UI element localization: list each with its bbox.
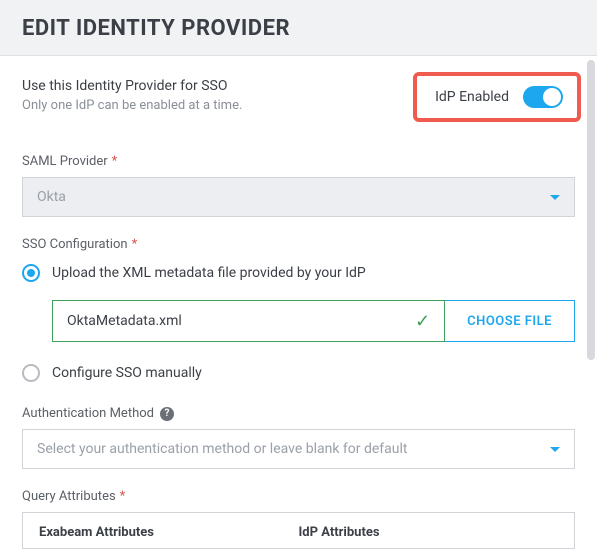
check-icon: ✓ <box>415 311 430 332</box>
file-name-text: OktaMetadata.xml <box>67 313 182 329</box>
chevron-down-icon <box>550 195 560 200</box>
content-area: Use this Identity Provider for SSO Only … <box>0 56 597 549</box>
saml-provider-group: SAML Provider* Okta <box>22 154 575 217</box>
saml-provider-label: SAML Provider* <box>22 154 575 169</box>
toggle-knob <box>543 88 561 106</box>
file-upload-row: OktaMetadata.xml ✓ CHOOSE FILE <box>52 300 575 342</box>
radio-upload-metadata[interactable]: Upload the XML metadata file provided by… <box>22 260 575 286</box>
page-title: EDIT IDENTITY PROVIDER <box>22 16 575 41</box>
radio-icon <box>22 364 40 382</box>
sso-config-group: SSO Configuration* Upload the XML metada… <box>22 237 575 386</box>
sso-config-label: SSO Configuration* <box>22 237 575 252</box>
idp-enabled-toggle[interactable] <box>523 86 563 108</box>
radio-configure-manually[interactable]: Configure SSO manually <box>22 360 575 386</box>
auth-method-placeholder: Select your authentication method or lea… <box>37 441 408 457</box>
sso-description: Use this Identity Provider for SSO Only … <box>22 78 242 113</box>
auth-method-group: Authentication Method ? Select your auth… <box>22 406 575 469</box>
file-name-display: OktaMetadata.xml ✓ <box>52 300 445 342</box>
saml-provider-value: Okta <box>37 189 66 205</box>
auth-method-select[interactable]: Select your authentication method or lea… <box>22 429 575 469</box>
idp-enabled-label: IdP Enabled <box>435 89 509 105</box>
radio-icon <box>22 264 40 282</box>
radio-manual-label: Configure SSO manually <box>52 365 202 381</box>
header-bar: EDIT IDENTITY PROVIDER <box>0 0 597 56</box>
sso-line2: Only one IdP can be enabled at a time. <box>22 98 242 113</box>
attributes-table-header: Exabeam Attributes IdP Attributes <box>23 513 574 548</box>
idp-enabled-callout: IdP Enabled <box>413 72 581 122</box>
auth-method-label: Authentication Method ? <box>22 406 575 421</box>
saml-provider-select[interactable]: Okta <box>22 177 575 217</box>
sso-enable-row: Use this Identity Provider for SSO Only … <box>22 78 575 128</box>
help-icon[interactable]: ? <box>160 407 174 421</box>
query-attributes-group: Query Attributes* Exabeam Attributes IdP… <box>22 489 575 549</box>
scrollbar-thumb[interactable] <box>587 60 595 360</box>
attributes-table: Exabeam Attributes IdP Attributes <box>22 512 575 549</box>
chevron-down-icon <box>550 447 560 452</box>
radio-upload-label: Upload the XML metadata file provided by… <box>52 265 366 281</box>
choose-file-button[interactable]: CHOOSE FILE <box>445 300 575 342</box>
query-attributes-label: Query Attributes* <box>22 489 575 504</box>
sso-line1: Use this Identity Provider for SSO <box>22 78 242 94</box>
